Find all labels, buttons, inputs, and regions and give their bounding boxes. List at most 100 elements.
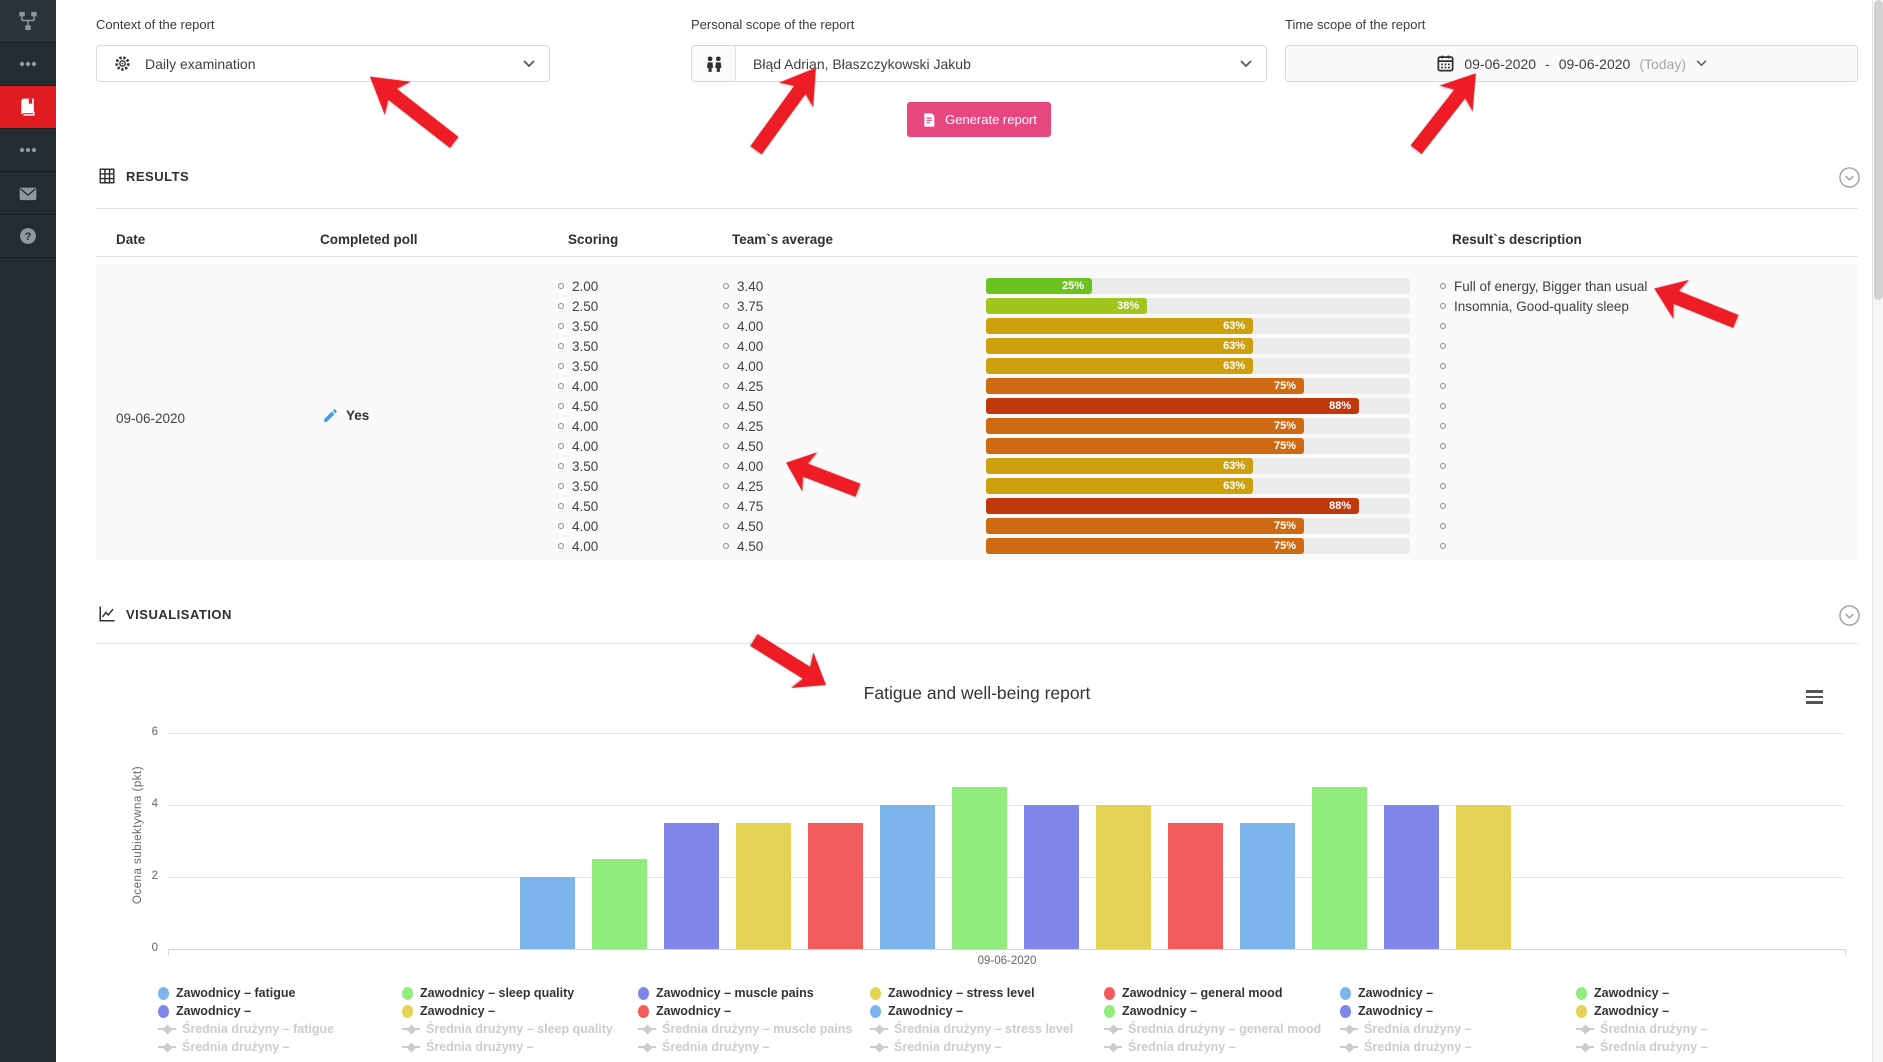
legend-item[interactable]: Zawodnicy –	[1576, 984, 1796, 1002]
legend-item[interactable]: Zawodnicy – sleep quality	[402, 984, 638, 1002]
sidebar-item-more-2[interactable]	[0, 129, 56, 172]
personal-scope-dropdown[interactable]: Błąd Adrian, Błaszczykowski Jakub	[691, 45, 1267, 82]
legend-item-muted[interactable]: Średnia drużyny –	[1576, 1020, 1796, 1038]
legend-marker-icon	[402, 1005, 413, 1018]
legend-line-marker-icon	[1104, 1041, 1122, 1054]
svg-text:?: ?	[25, 231, 32, 243]
legend-item[interactable]: Zawodnicy –	[1340, 984, 1576, 1002]
bullet-icon	[723, 543, 729, 549]
hamburger-menu-icon[interactable]	[1806, 690, 1823, 707]
table-header-divider	[96, 256, 1858, 257]
legend-item-muted[interactable]: Średnia drużyny –	[1576, 1038, 1796, 1056]
team-average-value: 4.50	[723, 396, 763, 416]
legend-item[interactable]: Zawodnicy –	[1104, 1002, 1340, 1020]
report-icon	[921, 112, 937, 128]
x-axis-line	[168, 949, 1845, 950]
legend-item[interactable]: Zawodnicy – fatigue	[158, 984, 402, 1002]
sidebar-item-more-1[interactable]	[0, 43, 56, 86]
visualisation-collapse-button[interactable]	[1838, 604, 1861, 627]
legend-item[interactable]: Zawodnicy – stress level	[870, 984, 1104, 1002]
scoring-value: 4.50	[558, 396, 598, 416]
chart-bar	[520, 877, 575, 949]
legend-item-muted[interactable]: Średnia drużyny –	[158, 1038, 402, 1056]
legend-marker-icon	[638, 1005, 649, 1018]
score-bar-label: 75%	[1274, 380, 1296, 392]
bullet-icon	[558, 443, 564, 449]
bullet-icon	[558, 503, 564, 509]
legend-item[interactable]: Zawodnicy –	[1340, 1002, 1576, 1020]
y-tick-label: 4	[128, 798, 158, 810]
table-row: 2.50 3.75 38% Insomnia, Good-quality sle…	[96, 296, 1858, 316]
scoring-value: 3.50	[558, 356, 598, 376]
legend-marker-icon	[1104, 987, 1115, 1000]
bullet-icon	[558, 523, 564, 529]
context-dropdown[interactable]: Daily examination	[96, 45, 550, 82]
legend-item-muted[interactable]: Średnia drużyny –	[402, 1038, 638, 1056]
chart-bar	[1240, 823, 1295, 949]
sidebar-item-help[interactable]: ?	[0, 215, 56, 258]
bullet-icon	[723, 283, 729, 289]
chart-bar	[1312, 787, 1367, 949]
results-collapse-button[interactable]	[1838, 166, 1861, 189]
score-bar-label: 38%	[1117, 300, 1139, 312]
generate-report-button[interactable]: Generate report	[907, 102, 1051, 137]
legend-item[interactable]: Zawodnicy –	[158, 1002, 402, 1020]
legend-item-muted[interactable]: Średnia drużyny – general mood	[1104, 1020, 1340, 1038]
legend-item[interactable]: Zawodnicy – general mood	[1104, 984, 1340, 1002]
sidebar-item-hierarchy[interactable]	[0, 0, 56, 43]
legend-item-muted[interactable]: Średnia drużyny – stress level	[870, 1020, 1104, 1038]
results-section-title: RESULTS	[126, 169, 189, 184]
legend-item[interactable]: Zawodnicy –	[638, 1002, 870, 1020]
help-icon: ?	[18, 226, 38, 246]
legend-line-marker-icon	[402, 1023, 420, 1036]
chart-bar	[736, 823, 791, 949]
chart-title: Fatigue and well-being report	[96, 683, 1858, 704]
legend-item[interactable]: Zawodnicy –	[870, 1002, 1104, 1020]
team-average-value: 4.00	[723, 316, 763, 336]
legend-line-marker-icon	[158, 1041, 176, 1054]
legend-line-marker-icon	[1576, 1023, 1594, 1036]
legend-item-muted[interactable]: Średnia drużyny –	[638, 1038, 870, 1056]
result-description	[1440, 416, 1454, 436]
bullet-icon	[1440, 363, 1446, 369]
bullet-icon	[1440, 403, 1446, 409]
table-row: 4.00 4.50 75%	[96, 516, 1858, 536]
bullet-icon	[723, 303, 729, 309]
bullet-icon	[1440, 543, 1446, 549]
team-average-value: 4.00	[723, 456, 763, 476]
bullet-icon	[1440, 303, 1446, 309]
sidebar-item-messages[interactable]	[0, 172, 56, 215]
legend-marker-icon	[158, 1005, 169, 1018]
legend-item-muted[interactable]: Średnia drużyny –	[870, 1038, 1104, 1056]
bullet-icon	[1440, 423, 1446, 429]
score-bar-label: 75%	[1274, 520, 1296, 532]
chart-bar	[664, 823, 719, 949]
page-scrollbar	[1872, 0, 1883, 1062]
legend-item-muted[interactable]: Średnia drużyny – sleep quality	[402, 1020, 638, 1038]
score-bar-label: 63%	[1223, 460, 1245, 472]
generate-report-label: Generate report	[945, 112, 1037, 127]
sidebar-item-reports-active[interactable]	[0, 86, 56, 129]
time-scope-picker[interactable]: 09-06-2020 - 09-06-2020 (Today)	[1285, 45, 1858, 82]
result-description	[1440, 516, 1454, 536]
score-bar: 63%	[986, 318, 1410, 334]
legend-item-muted[interactable]: Średnia drużyny –	[1104, 1038, 1340, 1056]
column-header-team-average: Team`s average	[732, 232, 833, 247]
legend-item-muted[interactable]: Średnia drużyny – muscle pains	[638, 1020, 870, 1038]
bullet-icon	[558, 303, 564, 309]
bullet-icon	[558, 543, 564, 549]
gear-icon	[113, 54, 132, 73]
legend-item-muted[interactable]: Średnia drużyny –	[1340, 1020, 1576, 1038]
y-tick-label: 6	[128, 726, 158, 738]
scoring-value: 3.50	[558, 476, 598, 496]
bullet-icon	[1440, 383, 1446, 389]
legend-item[interactable]: Zawodnicy –	[1576, 1002, 1796, 1020]
chevron-down-icon	[1240, 55, 1252, 73]
legend-item-muted[interactable]: Średnia drużyny –	[1340, 1038, 1576, 1056]
legend-item-muted[interactable]: Średnia drużyny – fatigue	[158, 1020, 402, 1038]
legend-marker-icon	[1576, 1005, 1587, 1018]
y-tick-label: 0	[128, 942, 158, 954]
scrollbar-thumb[interactable]	[1874, 0, 1883, 300]
legend-item[interactable]: Zawodnicy – muscle pains	[638, 984, 870, 1002]
legend-item[interactable]: Zawodnicy –	[402, 1002, 638, 1020]
